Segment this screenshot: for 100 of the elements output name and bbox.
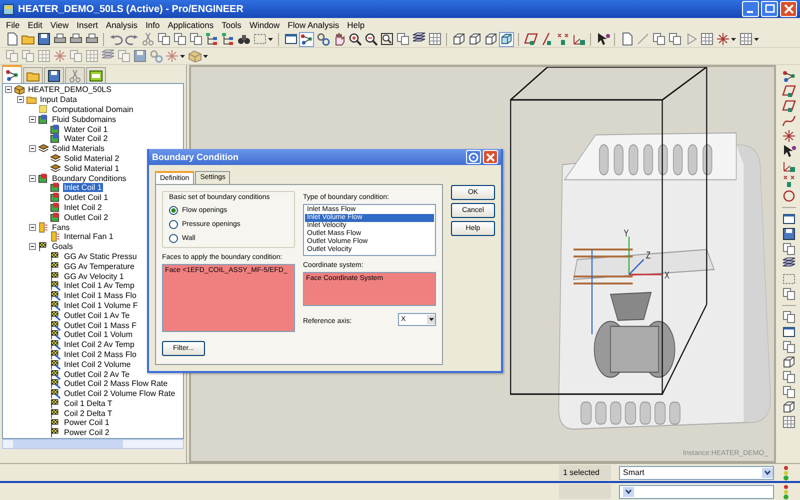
copy-icon[interactable]	[651, 32, 666, 46]
shaded-cube-icon[interactable]	[499, 32, 514, 46]
collapse-icon[interactable]	[29, 224, 36, 231]
tree-item[interactable]: Outlet Coil 1 Mass F	[63, 320, 138, 330]
tree-item[interactable]: Outlet Coil 1	[63, 193, 110, 202]
zoom-in-icon[interactable]	[347, 32, 362, 46]
tree-item[interactable]: Fluid Subdomains	[51, 114, 118, 124]
zoom-out-icon[interactable]	[363, 32, 378, 46]
tree-item[interactable]: Water Coil 2	[63, 134, 109, 144]
radio-button[interactable]	[169, 206, 178, 215]
tree-item[interactable]: Inlet Coil 1 Av Temp	[63, 281, 136, 290]
close-icon[interactable]	[780, 1, 797, 17]
menu-item[interactable]: Window	[245, 20, 284, 30]
maximize-icon[interactable]	[761, 1, 778, 17]
minimize-icon[interactable]	[742, 1, 759, 17]
tree-icon[interactable]	[220, 32, 235, 46]
tree-item[interactable]: Water Coil 1	[63, 124, 109, 134]
tree-item[interactable]: Inlet Coil 1 Volume F	[63, 300, 139, 310]
wireframe-cube-icon[interactable]	[483, 32, 498, 46]
copy-icon[interactable]	[156, 32, 171, 46]
tree-item[interactable]: Inlet Coil 2 Volume	[63, 360, 132, 369]
collapse-icon[interactable]	[29, 174, 36, 182]
grid-icon[interactable]	[427, 32, 442, 46]
tree-item[interactable]: Inlet Coil 1	[63, 183, 103, 192]
tree-item[interactable]: Inlet Coil 1 Mass Flo	[63, 291, 138, 300]
tree-item[interactable]: Solid Materials	[51, 144, 106, 154]
tree-item[interactable]: Inlet Coil 2 Av Temp	[63, 340, 136, 350]
scissors-icon[interactable]	[140, 32, 155, 46]
menu-item[interactable]: Edit	[24, 20, 46, 30]
tree-icon[interactable]	[204, 32, 219, 46]
tree-item[interactable]: Internal Fan 1	[63, 232, 114, 242]
star-icon[interactable]	[715, 32, 730, 46]
menu-item[interactable]: Applications	[164, 20, 218, 30]
cursor-icon[interactable]	[781, 144, 797, 158]
tree-item[interactable]: Input Data	[39, 95, 78, 104]
radio-button[interactable]	[169, 234, 178, 243]
nodes-icon[interactable]	[299, 32, 314, 46]
close-icon[interactable]	[483, 150, 498, 164]
menu-item[interactable]: Info	[142, 20, 164, 30]
selection-filter-dropdown[interactable]: Smart	[619, 466, 774, 480]
point-icon[interactable]	[555, 32, 570, 46]
grid-icon[interactable]	[699, 32, 714, 46]
plane-icon[interactable]	[523, 32, 538, 46]
point-icon[interactable]	[781, 174, 797, 188]
zoom-fit-icon[interactable]	[379, 32, 394, 46]
tree-item[interactable]: Inlet Coil 2 Mass Flo	[63, 350, 138, 359]
tree-item[interactable]: Outlet Coil 1 Volum	[63, 330, 134, 340]
collapse-icon[interactable]	[5, 86, 12, 94]
star-icon[interactable]	[781, 129, 797, 143]
horizontal-scrollbar[interactable]	[2, 438, 184, 449]
copy-icon[interactable]	[781, 242, 797, 256]
tree-item[interactable]: Power Coil 2	[63, 428, 110, 438]
caret-icon[interactable]	[427, 315, 435, 324]
tree-item[interactable]: Outlet Coil 2 Volume Flow Rate	[63, 389, 176, 398]
window-icon[interactable]	[283, 32, 298, 46]
star-icon[interactable]	[52, 48, 67, 64]
copy-icon[interactable]	[781, 340, 797, 354]
circle-icon[interactable]	[781, 189, 797, 203]
tree-item[interactable]: Solid Material 1	[63, 164, 120, 173]
menu-item[interactable]: Tools	[218, 20, 246, 30]
menu-item[interactable]: File	[2, 20, 24, 30]
menu-item[interactable]: Flow Analysis	[284, 20, 344, 30]
plane-icon[interactable]	[781, 84, 797, 98]
collapse-icon[interactable]	[17, 96, 24, 104]
tree-item[interactable]: Coil 1 Delta T	[63, 398, 114, 408]
tree-item[interactable]: Outlet Coil 2	[63, 212, 110, 222]
tree-item[interactable]: Outlet Coil 1 Av Te	[63, 310, 131, 320]
cursor-icon[interactable]	[595, 32, 610, 46]
help-icon[interactable]	[466, 150, 481, 164]
tree-item[interactable]: Solid Material 2	[63, 154, 120, 163]
collapse-icon[interactable]	[29, 243, 36, 250]
tree-item[interactable]: Outlet Coil 2 Mass Flow Rate	[63, 379, 169, 388]
menu-item[interactable]: View	[46, 20, 73, 30]
tree-tab[interactable]	[2, 65, 22, 83]
copy-icon[interactable]	[781, 310, 797, 324]
plane-icon[interactable]	[781, 99, 797, 113]
radio-button[interactable]	[169, 220, 178, 229]
grid-icon[interactable]	[781, 415, 797, 429]
wireframe-cube-icon[interactable]	[467, 32, 482, 46]
tree-item[interactable]: GG Av Velocity 1	[63, 272, 125, 281]
tree-item[interactable]: Fans	[51, 222, 71, 232]
tree-tab[interactable]	[44, 67, 64, 83]
wireframe-cube-icon[interactable]	[781, 400, 797, 414]
tree-item[interactable]: GG Av Static Pressu	[63, 252, 138, 261]
nodes-icon[interactable]	[781, 69, 797, 83]
collapse-icon[interactable]	[29, 116, 36, 123]
copy-icon[interactable]	[781, 370, 797, 384]
copy-icon[interactable]	[667, 32, 682, 46]
tree-item[interactable]: Outlet Coil 2 Av Te	[63, 370, 131, 378]
window-icon[interactable]	[781, 212, 797, 226]
copy-icon[interactable]	[172, 32, 187, 46]
tree-item[interactable]: Power Coil 1	[63, 418, 110, 428]
chevron-icon[interactable]	[623, 486, 634, 496]
tree-item[interactable]: Boundary Conditions	[51, 174, 128, 183]
star-icon[interactable]	[164, 48, 179, 64]
collapse-icon[interactable]	[29, 145, 36, 152]
menu-item[interactable]: Help	[343, 20, 369, 30]
tree-item[interactable]: HEATER_DEMO_50LS	[27, 85, 112, 94]
chevron-icon[interactable]	[762, 468, 773, 478]
copy-icon[interactable]	[781, 385, 797, 399]
